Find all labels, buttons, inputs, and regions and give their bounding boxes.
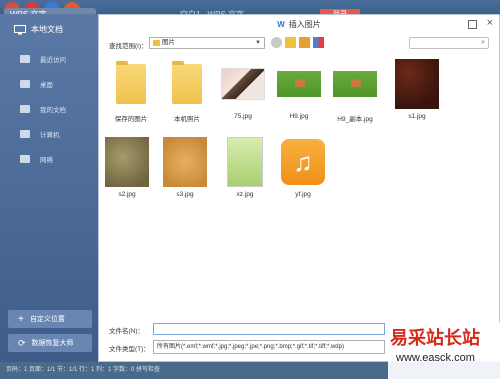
photo-thumbnail bbox=[227, 137, 263, 187]
filetype-select[interactable]: 所有图片(*.emf;*.wmf;*.jpg;*.jpeg;*.jpe;*.pn… bbox=[153, 340, 385, 354]
file-item[interactable]: s2.jpg bbox=[99, 137, 155, 203]
file-item[interactable]: H9.jpg bbox=[271, 59, 327, 125]
view-menu-icon[interactable] bbox=[313, 37, 324, 48]
file-item[interactable]: s3.jpg bbox=[157, 137, 213, 203]
file-item[interactable]: 本机照片 bbox=[159, 59, 215, 125]
search-input[interactable]: ⌕ bbox=[409, 37, 489, 49]
file-item[interactable]: 保存的图片 bbox=[103, 59, 159, 125]
sidebar: 本地文档 最近访问 桌面 我的文档 计算机 网络 + 自定义位置 ⟳ 数据恢复大师 bbox=[0, 14, 98, 364]
photo-thumbnail bbox=[395, 59, 439, 109]
search-icon: ⌕ bbox=[481, 39, 485, 46]
photo-thumbnail bbox=[333, 71, 377, 97]
close-icon[interactable]: × bbox=[487, 17, 493, 29]
computer-icon bbox=[20, 130, 30, 138]
file-item[interactable]: H9_副本.jpg bbox=[327, 59, 383, 125]
back-icon[interactable] bbox=[271, 37, 282, 48]
folder-icon bbox=[20, 105, 30, 113]
filetype-label: 文件类型(T)： bbox=[109, 346, 150, 353]
sidebar-item-network[interactable]: 网络 bbox=[20, 154, 53, 164]
watermark: 易采站长站 www.easck.com bbox=[388, 322, 500, 379]
status-bar: 页码：1 页面：1/1 节：1/1 行：1 列：1 字数：0 拼写检查 bbox=[0, 362, 388, 379]
sidebar-title: 本地文档 bbox=[14, 24, 63, 35]
photo-thumbnail bbox=[105, 137, 149, 187]
desktop-icon bbox=[20, 80, 30, 88]
monitor-icon bbox=[14, 24, 26, 34]
file-item[interactable]: 75.jpg bbox=[215, 59, 271, 125]
file-item[interactable]: s1.jpg bbox=[389, 59, 445, 125]
folder-icon bbox=[116, 61, 146, 104]
folder-icon bbox=[172, 61, 202, 104]
sidebar-item-my-documents[interactable]: 我的文档 bbox=[20, 104, 66, 114]
data-recovery-button[interactable]: ⟳ 数据恢复大师 bbox=[8, 334, 92, 352]
file-item[interactable]: ♫ yf.jpg bbox=[275, 137, 331, 203]
recovery-icon: ⟳ bbox=[18, 337, 26, 348]
network-icon bbox=[20, 155, 30, 163]
chevron-down-icon: ▼ bbox=[255, 40, 261, 46]
photo-thumbnail bbox=[163, 137, 207, 187]
new-folder-icon[interactable] bbox=[299, 37, 310, 48]
photo-thumbnail bbox=[221, 68, 265, 100]
filename-label: 文件名(N)： bbox=[109, 328, 145, 335]
wps-logo-icon: W bbox=[277, 20, 285, 29]
look-in-label: 查找范围(I)： bbox=[109, 43, 148, 50]
up-folder-icon[interactable] bbox=[285, 37, 296, 48]
filename-field[interactable] bbox=[153, 323, 385, 335]
clock-icon bbox=[20, 55, 30, 63]
music-icon: ♫ bbox=[281, 139, 325, 185]
sidebar-item-desktop[interactable]: 桌面 bbox=[20, 79, 53, 89]
photo-thumbnail bbox=[277, 71, 321, 97]
sidebar-item-recent[interactable]: 最近访问 bbox=[20, 54, 66, 64]
file-item[interactable]: xz.jpg bbox=[217, 137, 273, 203]
dialog-title: W 插入图片 bbox=[277, 20, 321, 29]
look-in-select[interactable]: 图片 ▼ bbox=[149, 37, 265, 49]
sidebar-item-computer[interactable]: 计算机 bbox=[20, 129, 60, 139]
custom-location-button[interactable]: + 自定义位置 bbox=[8, 310, 92, 328]
maximize-icon[interactable] bbox=[468, 20, 477, 29]
plus-icon: + bbox=[18, 313, 24, 325]
insert-picture-dialog: W 插入图片 × 查找范围(I)： 图片 ▼ ⌕ 保存的图片 本机照片 75.jpg… bbox=[98, 14, 500, 362]
